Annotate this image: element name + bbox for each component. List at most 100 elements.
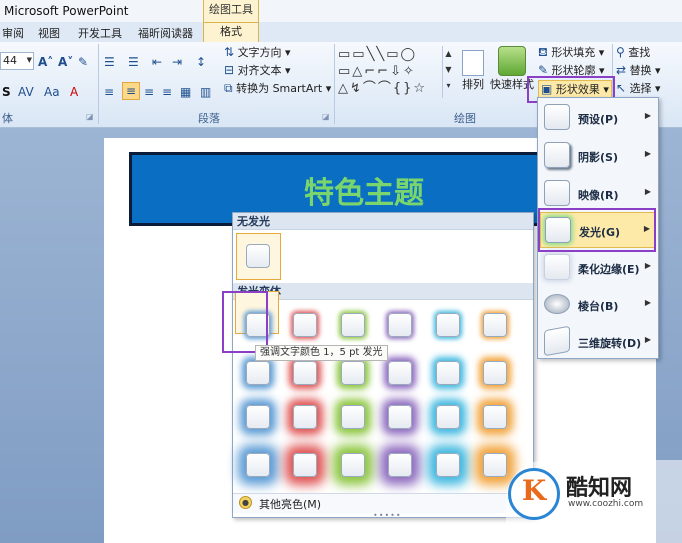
- shadow-text-icon[interactable]: S: [2, 84, 11, 100]
- menu-item-shadow[interactable]: 阴影(S) ▶: [540, 138, 656, 174]
- replace-button[interactable]: ⇄ 替换 ▾: [616, 62, 661, 80]
- group-separator: [334, 44, 335, 124]
- glow-variation-swatch[interactable]: [341, 361, 365, 385]
- tab-developer[interactable]: 开发工具: [78, 25, 122, 41]
- font-size-value: 44: [3, 54, 17, 67]
- text-direction-button[interactable]: ⇅ 文字方向 ▾: [224, 44, 291, 62]
- decrease-indent-icon[interactable]: ⇤: [152, 54, 162, 70]
- arrange-button[interactable]: 排列: [462, 76, 484, 94]
- menu-item-3d-rotation[interactable]: 三维旋转(D) ▶: [540, 324, 656, 360]
- glow-variation-swatch[interactable]: [388, 313, 412, 337]
- glow-variation-swatch[interactable]: [483, 453, 507, 477]
- resize-grip-icon[interactable]: •••••: [373, 511, 402, 520]
- menu-item-soft-edges[interactable]: 柔化边缘(E) ▶: [540, 250, 656, 286]
- glow-variation-swatch[interactable]: [388, 405, 412, 429]
- align-left-icon[interactable]: ≡: [104, 84, 114, 100]
- shadow-icon: [544, 142, 570, 168]
- arrange-icon[interactable]: [462, 50, 484, 76]
- glow-variation-swatch[interactable]: [341, 313, 365, 337]
- glow-variation-swatch[interactable]: [293, 313, 317, 337]
- glow-variation-swatch[interactable]: [246, 405, 270, 429]
- glow-variation-swatch[interactable]: [341, 453, 365, 477]
- soft-edges-icon: [544, 254, 570, 280]
- tab-format[interactable]: 格式: [203, 22, 259, 42]
- chevron-right-icon: ▶: [644, 298, 651, 307]
- glow-variation-swatch[interactable]: [388, 361, 412, 385]
- slide-title-text[interactable]: 特色主题: [129, 168, 599, 212]
- align-center-icon[interactable]: ≡: [122, 82, 140, 100]
- line-spacing-icon[interactable]: ↕: [196, 54, 206, 70]
- change-case-icon[interactable]: Aa: [44, 84, 60, 100]
- glow-variation-swatch[interactable]: [293, 453, 317, 477]
- glow-variation-swatch[interactable]: [483, 405, 507, 429]
- menu-item-bevel[interactable]: 棱台(B) ▶: [540, 287, 656, 323]
- tab-review[interactable]: 审阅: [2, 25, 24, 41]
- align-text-button[interactable]: ⊟ 对齐文本 ▾: [224, 62, 291, 80]
- glow-variation-swatch[interactable]: [293, 405, 317, 429]
- shapes-gallery[interactable]: ▭▭╲╲▭◯ ▭△⌐⌐⇩✧ △↯⌒⌒{}☆: [338, 46, 442, 98]
- select-button[interactable]: ↖ 选择 ▾: [616, 80, 661, 98]
- align-text-icon: ⊟: [224, 63, 235, 77]
- glow-tooltip: 强调文字颜色 1，5 pt 发光: [255, 345, 388, 361]
- binoculars-icon: ⚲: [616, 45, 625, 59]
- menu-item-label: 预设(P): [578, 113, 619, 126]
- glow-variation-swatch[interactable]: [436, 405, 460, 429]
- menu-item-preset[interactable]: 预设(P) ▶: [540, 100, 656, 136]
- paragraph-dialog-launcher-icon[interactable]: ◪: [322, 112, 330, 121]
- reflection-icon: [544, 180, 570, 206]
- more-glow-colors-label: 其他亮色(M): [259, 498, 322, 511]
- font-dialog-launcher-icon[interactable]: ◪: [86, 112, 94, 121]
- glow-variation-swatch[interactable]: [246, 361, 270, 385]
- chevron-right-icon: ▶: [644, 335, 651, 344]
- glow-variation-swatch[interactable]: [436, 361, 460, 385]
- quick-styles-icon[interactable]: [498, 46, 526, 76]
- char-spacing-icon[interactable]: AV: [18, 84, 34, 100]
- 3d-rotation-icon: [544, 325, 570, 357]
- pencil-icon: ✎: [538, 63, 549, 77]
- convert-smartart-button[interactable]: ⧉ 转换为 SmartArt ▾: [224, 80, 331, 98]
- align-right-icon[interactable]: ≡: [144, 84, 154, 100]
- glow-variation-swatch[interactable]: [388, 453, 412, 477]
- shape-fill-button[interactable]: ⛾ 形状填充 ▾: [538, 44, 604, 62]
- chevron-right-icon: ▶: [644, 149, 651, 158]
- font-color-icon[interactable]: A: [70, 84, 78, 100]
- find-label: 查找: [628, 46, 651, 59]
- shapes-gallery-scroll[interactable]: ▲ ▼ ▾: [442, 46, 454, 98]
- replace-label: 替换: [629, 64, 652, 77]
- grow-font-icon[interactable]: A˄: [38, 54, 53, 70]
- menu-item-label: 柔化边缘(E): [578, 263, 640, 276]
- context-tab-group-drawing-tools: 绘图工具: [203, 0, 259, 22]
- menu-item-label: 阴影(S): [578, 151, 618, 164]
- group-separator: [98, 44, 99, 124]
- increase-indent-icon[interactable]: ⇥: [172, 54, 182, 70]
- glow-variation-swatch[interactable]: [293, 361, 317, 385]
- text-direction-icon: ⇅: [224, 45, 235, 59]
- glow-variation-swatch[interactable]: [483, 313, 507, 337]
- replace-icon: ⇄: [616, 63, 627, 77]
- glow-variation-swatch[interactable]: [483, 361, 507, 385]
- menu-item-reflection[interactable]: 映像(R) ▶: [540, 176, 656, 212]
- watermark-url: www.coozhi.com: [568, 499, 644, 509]
- distributed-icon[interactable]: ▦: [180, 84, 191, 100]
- clear-format-icon[interactable]: ✎: [78, 54, 88, 70]
- text-direction-label: 文字方向: [237, 46, 282, 59]
- cursor-icon: ↖: [616, 81, 627, 95]
- justify-icon[interactable]: ≡: [162, 84, 172, 100]
- font-size-combo[interactable]: 44 ▼: [0, 52, 34, 70]
- bullets-icon[interactable]: ☰: [104, 54, 115, 70]
- shrink-font-icon[interactable]: A˅: [58, 54, 73, 70]
- numbering-icon[interactable]: ☰: [128, 54, 139, 70]
- glow-variation-swatch[interactable]: [436, 313, 460, 337]
- select-label: 选择: [629, 82, 652, 95]
- chevron-right-icon: ▶: [644, 261, 651, 270]
- shape-fill-label: 形状填充: [551, 46, 596, 59]
- watermark-letter: K: [521, 474, 547, 507]
- chevron-right-icon: ▶: [644, 187, 651, 196]
- glow-variation-swatch[interactable]: [341, 405, 365, 429]
- find-button[interactable]: ⚲ 查找: [616, 44, 650, 62]
- columns-icon[interactable]: ▥: [200, 84, 211, 100]
- glow-variation-swatch[interactable]: [246, 453, 270, 477]
- tab-foxit-reader[interactable]: 福昕阅读器: [138, 25, 193, 41]
- tab-view[interactable]: 视图: [38, 25, 60, 41]
- glow-variation-swatch[interactable]: [436, 453, 460, 477]
